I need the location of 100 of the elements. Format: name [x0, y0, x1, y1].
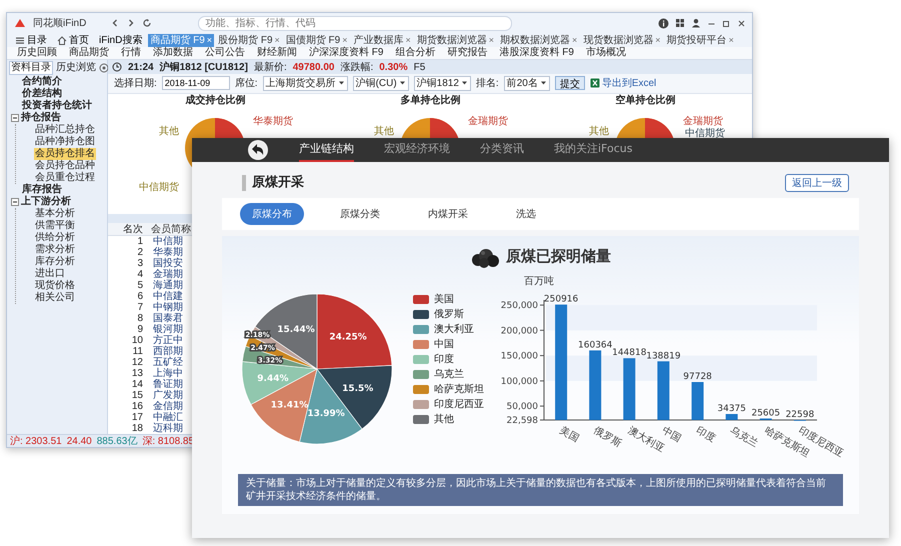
tree-item[interactable]: 投资者持仓统计 [21, 100, 93, 112]
close-button[interactable]: × [655, 34, 661, 46]
axis-label: 100,000 [500, 376, 538, 387]
date-field[interactable]: 2018-11-09 [162, 76, 230, 90]
close-button[interactable]: × [572, 34, 578, 46]
menu-item[interactable]: 商品期货 [69, 47, 109, 59]
table-cell-text: 海通期 [152, 280, 183, 291]
tree-item[interactable]: 库存报告 [21, 184, 63, 196]
chart-label: 中信期货 [139, 182, 179, 193]
legend-label: 美国 [434, 294, 454, 305]
legend-label: 哈萨克斯坦 [434, 384, 484, 395]
info-icon[interactable] [658, 18, 669, 28]
table-cell-text: 广发期 [152, 390, 183, 401]
close-button[interactable]: × [488, 34, 494, 46]
hotkey-text: F5 [414, 62, 426, 72]
tree-item[interactable]: 库存分析 [34, 256, 76, 268]
maximize-icon[interactable] [722, 18, 731, 28]
menu-item[interactable]: 公司公告 [205, 47, 245, 59]
tree-item[interactable]: 持仓报告 [20, 112, 62, 124]
table-cell-text: 9 [136, 324, 144, 335]
tree-item[interactable]: 品种汇总持仓 [34, 124, 96, 136]
export-link[interactable]: 导出到Excel [590, 76, 656, 90]
user-icon[interactable] [691, 18, 701, 28]
tab[interactable]: 期权数据浏览器 × [498, 34, 580, 46]
menu-item[interactable]: 港股深度资料 F9 [499, 47, 574, 59]
nav-tab[interactable]: 分类资讯 [480, 138, 524, 162]
tree-item[interactable]: 合约简介 [21, 76, 63, 88]
data-label: 25605 [751, 408, 780, 418]
menu-item[interactable]: 沪深深度资料 F9 [309, 47, 384, 59]
tree-item[interactable]: 会员持仓排名 [34, 148, 96, 160]
menu-item[interactable]: 行情 [121, 47, 141, 59]
dropdown[interactable]: 上海期货交易所 [262, 76, 348, 91]
tab[interactable]: 内煤开采 [416, 203, 480, 225]
close-button[interactable]: × [406, 34, 411, 46]
menu-item[interactable]: 研究报告 [447, 47, 488, 59]
tree-item[interactable]: 供需平衡 [34, 220, 76, 232]
tree-item[interactable]: 需求分析 [34, 244, 76, 256]
tab[interactable]: 洗选 [504, 203, 548, 225]
tab[interactable]: 期货数据浏览器 × [414, 34, 496, 46]
close-button[interactable]: × [728, 34, 734, 46]
menu-item[interactable]: 添加数据 [153, 47, 193, 59]
back-icon[interactable] [247, 139, 269, 161]
tab[interactable]: 原煤分布 [240, 203, 304, 225]
home-button[interactable]: 首页 [53, 34, 93, 46]
tree-item[interactable]: 进出口 [34, 268, 66, 280]
menu-item[interactable]: 市场概况 [586, 47, 626, 59]
tab[interactable]: 股份期货 F9 × [216, 34, 282, 46]
chart-title: 成交持仓比例 [186, 94, 246, 108]
back-button[interactable]: 返回上一级 [785, 174, 849, 192]
nav-tab[interactable]: 我的关注iFocus [554, 138, 632, 162]
tree-item[interactable]: 供给分析 [34, 232, 76, 244]
tab[interactable]: 国债期货 F9 × [284, 34, 350, 46]
close-icon[interactable] [737, 18, 746, 28]
tree-item[interactable]: 品种净持仓图 [34, 136, 96, 148]
table-cell-text: 15 [130, 390, 144, 401]
sidebar-tab[interactable]: 历史浏览 [55, 62, 97, 74]
collapse-icon[interactable] [11, 198, 19, 206]
tab[interactable]: 现货数据浏览器 × [581, 34, 663, 46]
catalog-button[interactable]: 目录 [11, 34, 51, 46]
tree-item[interactable]: 会员重仓过程 [34, 172, 96, 184]
menu-item[interactable]: 历史回顾 [17, 47, 57, 59]
tree-item[interactable]: 会员持仓品种 [34, 160, 96, 172]
table-cell-text: 2 [136, 247, 144, 258]
tab[interactable]: 原煤分类 [328, 203, 392, 225]
legend-label: 澳大利亚 [434, 324, 474, 335]
nav-tab[interactable]: 产业链结构 [299, 138, 354, 162]
dropdown[interactable]: 沪铜1812 [414, 76, 471, 91]
logo-icon [13, 17, 27, 29]
close-button[interactable]: × [342, 34, 348, 46]
search-button[interactable]: iFinD搜索 [95, 34, 146, 46]
tree-item[interactable]: 现货价格 [34, 280, 76, 292]
settings-icon[interactable] [99, 62, 109, 72]
dropdown[interactable]: 前20名 [504, 76, 550, 91]
tree-item[interactable]: 基本分析 [34, 208, 76, 220]
close-button[interactable]: × [274, 34, 280, 46]
spreadsheet-icon [590, 78, 600, 88]
dropdown[interactable]: 沪铜(CU) [352, 76, 409, 91]
bar [589, 350, 602, 420]
refresh-icon[interactable] [142, 18, 152, 28]
legend-swatch [413, 340, 429, 349]
chart-label: 其他 [589, 126, 609, 137]
data-label: 138819 [646, 351, 681, 362]
tree-item[interactable]: 价差结构 [21, 88, 63, 100]
sidebar-tab[interactable]: 资料目录 [9, 60, 53, 74]
nav-tab[interactable]: 宏观经济环境 [384, 138, 450, 162]
table-cell-text: 1 [136, 236, 144, 247]
menu-item[interactable]: 财经新闻 [257, 47, 297, 59]
data-label: 13.41% [270, 400, 308, 411]
tab[interactable]: 期货投研平台 × [664, 34, 736, 46]
collapse-icon[interactable] [11, 114, 19, 122]
submit-button[interactable]: 提交 [554, 76, 585, 90]
tab[interactable]: 产业数据库 × [352, 34, 413, 46]
table-cell-text: 鲁证期 [152, 379, 183, 390]
tree-item[interactable]: 相关公司 [34, 292, 76, 304]
axis-label: 俄罗斯 [592, 425, 624, 450]
search-field[interactable]: 功能、指标、行情、代码 [198, 16, 512, 30]
table-cell-text: 14 [130, 379, 144, 390]
tree-item[interactable]: 上下游分析 [20, 196, 72, 208]
menu-item[interactable]: 组合分析 [395, 47, 436, 59]
grid-icon[interactable] [675, 18, 685, 28]
